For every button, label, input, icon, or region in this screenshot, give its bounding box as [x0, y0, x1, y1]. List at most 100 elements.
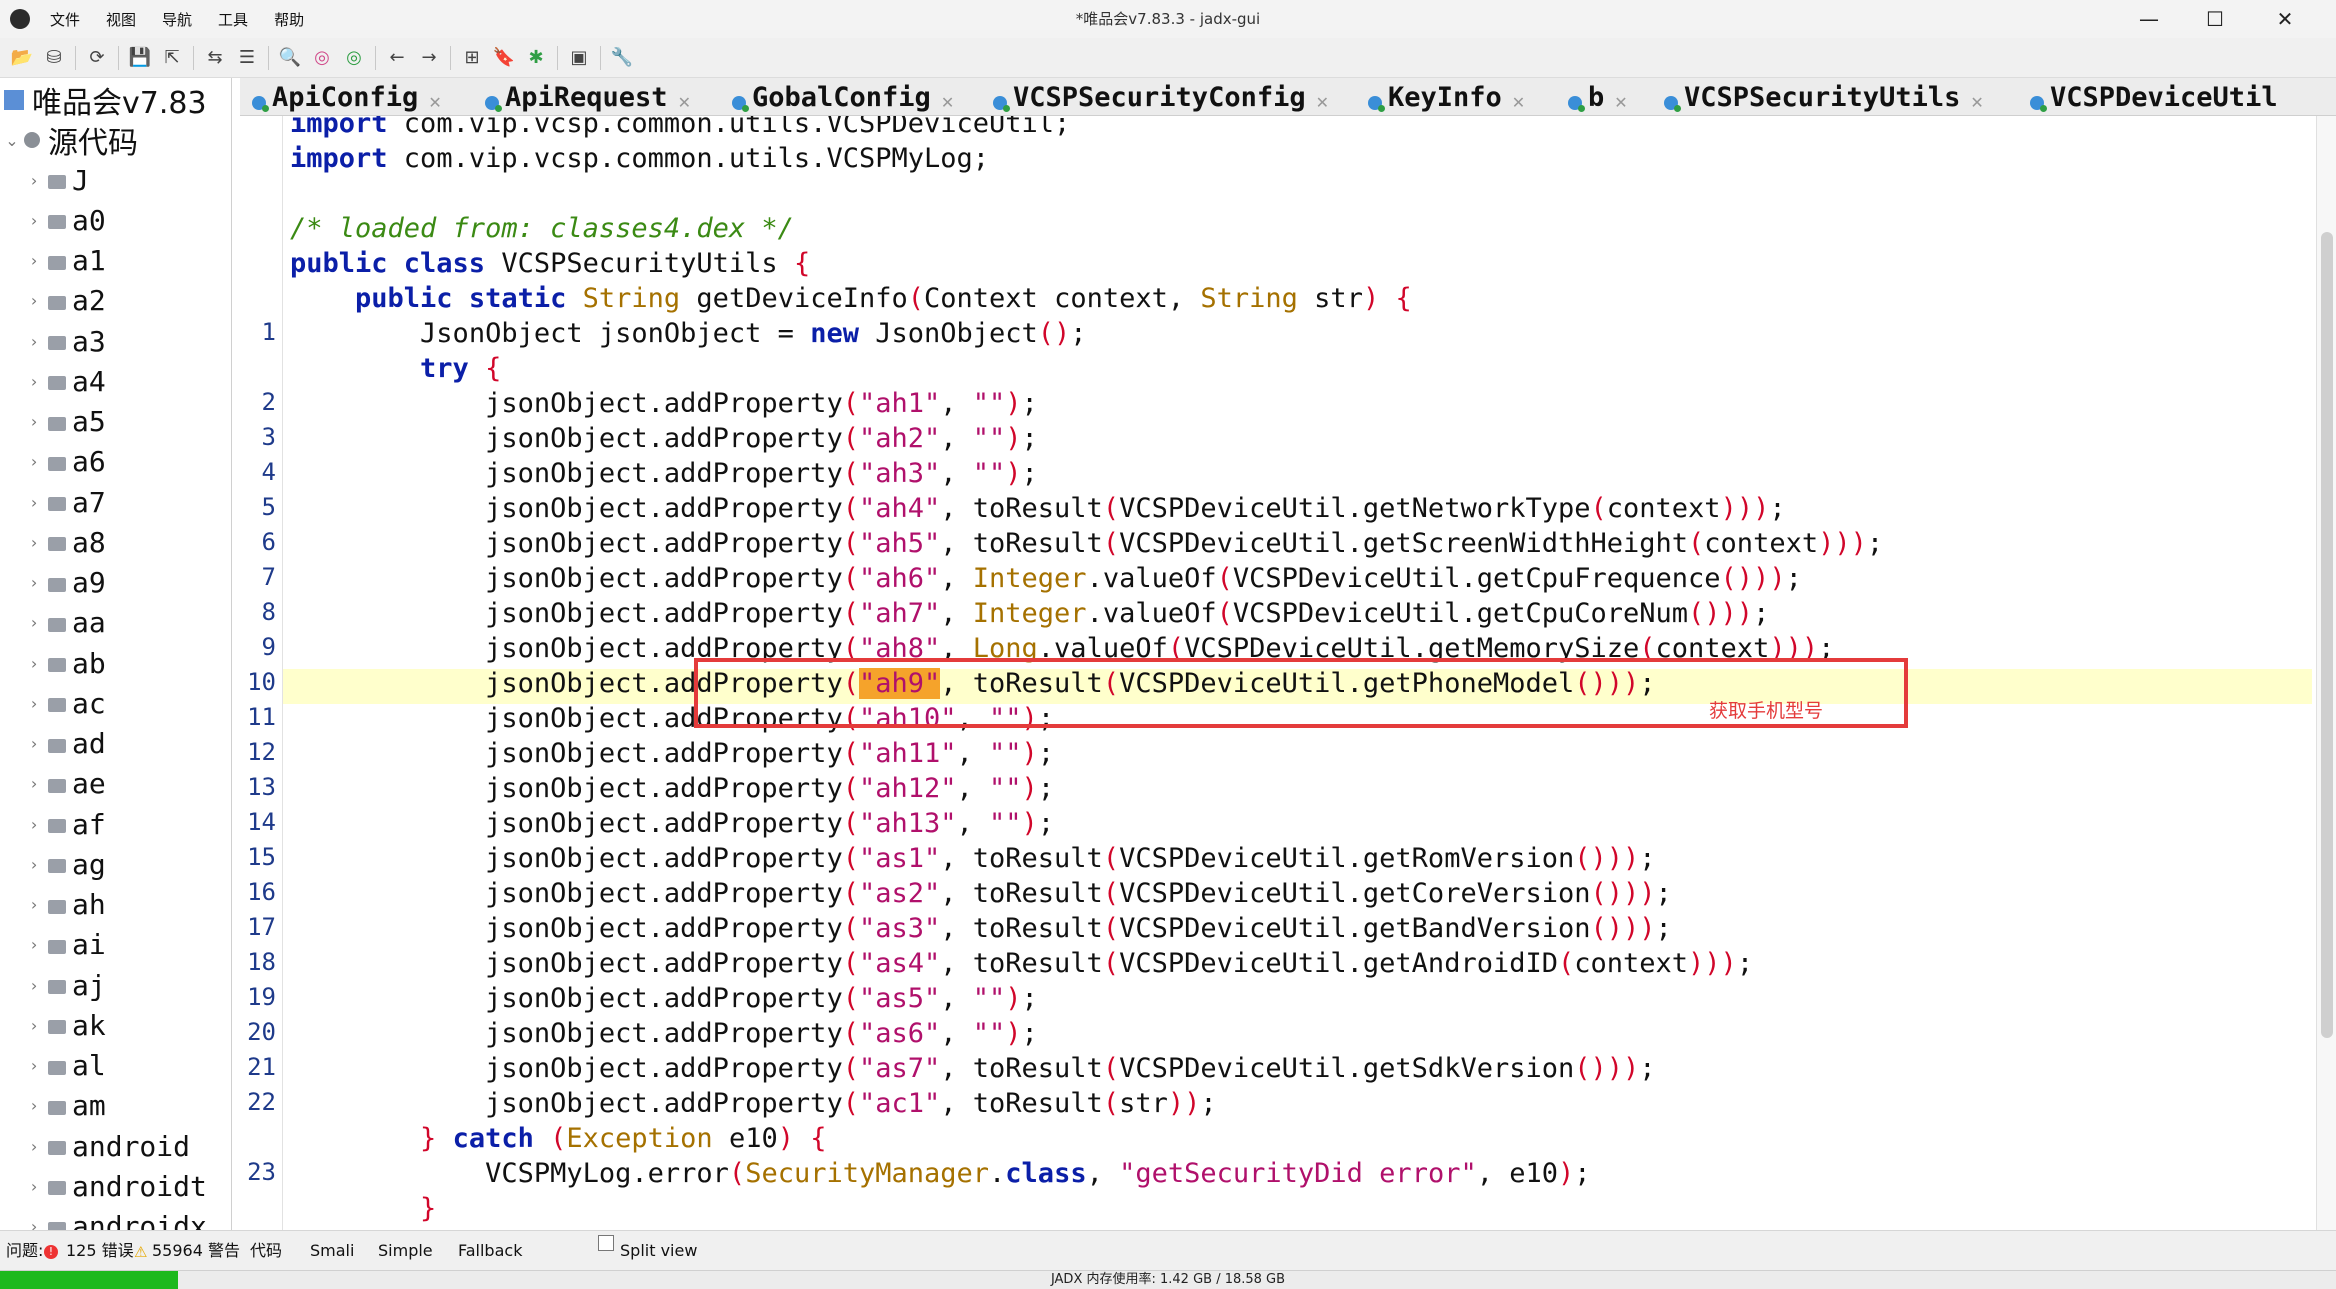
method-call[interactable]: .valueOf — [1087, 563, 1217, 594]
tree-package[interactable]: › al — [26, 1046, 106, 1086]
close-icon[interactable]: ✕ — [678, 93, 691, 112]
chevron-right-icon[interactable]: › — [26, 774, 42, 793]
method-call[interactable]: jsonObject.addProperty — [485, 808, 843, 839]
method-call[interactable]: jsonObject.addProperty — [485, 948, 843, 979]
class-ref[interactable]: VCSPDeviceUtil — [1119, 528, 1347, 559]
tree-package[interactable]: › a3 — [26, 321, 106, 361]
chevron-right-icon[interactable]: › — [26, 815, 42, 834]
warning-count[interactable]: 55964 警告 — [152, 1231, 240, 1271]
tree-package[interactable]: › a8 — [26, 522, 106, 562]
chevron-right-icon[interactable]: › — [26, 1096, 42, 1115]
method-call[interactable]: .getScreenWidthHeight — [1347, 528, 1688, 559]
tree-package[interactable]: › ai — [26, 925, 106, 965]
method-call[interactable]: jsonObject.addProperty — [485, 878, 843, 909]
tree-package[interactable]: › androidt — [26, 1166, 207, 1206]
method-call[interactable]: jsonObject.addProperty — [485, 1018, 843, 1049]
chevron-right-icon[interactable]: › — [26, 976, 42, 995]
method-call[interactable]: .getCpuCoreNum — [1460, 598, 1688, 629]
chevron-right-icon[interactable]: › — [26, 1016, 42, 1035]
tree-package[interactable]: › a2 — [26, 281, 106, 321]
close-icon[interactable]: ✕ — [1316, 93, 1329, 112]
chevron-right-icon[interactable]: › — [26, 613, 42, 632]
vertical-scrollbar[interactable] — [2316, 116, 2336, 1230]
chevron-right-icon[interactable]: › — [26, 935, 42, 954]
chevron-right-icon[interactable]: › — [26, 291, 42, 310]
method-call[interactable]: toResult — [973, 948, 1103, 979]
flatten-icon[interactable]: ☰ — [231, 42, 263, 74]
method-call[interactable]: jsonObject.addProperty — [485, 913, 843, 944]
type-name[interactable]: Integer — [973, 598, 1087, 629]
chevron-right-icon[interactable]: › — [26, 412, 42, 431]
tree-root[interactable]: 唯品会v7.83 — [4, 80, 207, 121]
bookmark-icon[interactable]: 🔖 — [488, 42, 520, 74]
class-ref[interactable]: VCSPDeviceUtil — [1119, 493, 1347, 524]
tree-package[interactable]: › ad — [26, 724, 106, 764]
class-ref[interactable]: VCSPDeviceUtil — [1119, 1053, 1347, 1084]
tab-vcspdeviceutil[interactable]: VCSPDeviceUtil — [2030, 78, 2278, 115]
menu-navigation[interactable]: 导航 — [162, 9, 192, 30]
method-call[interactable]: jsonObject.addProperty — [485, 738, 843, 769]
method-call[interactable]: .getBandVersion — [1347, 913, 1591, 944]
sync-icon[interactable]: ⇆ — [199, 42, 231, 74]
tree-package[interactable]: › aa — [26, 603, 106, 643]
tree-package[interactable]: › aj — [26, 965, 106, 1005]
find-usage-icon[interactable]: ◎ — [306, 42, 338, 74]
tree-package[interactable]: › ag — [26, 844, 106, 884]
search-icon[interactable]: 🔍 — [274, 42, 306, 74]
tree-package[interactable]: › am — [26, 1086, 106, 1126]
method-call[interactable]: jsonObject.addProperty — [485, 598, 843, 629]
chevron-right-icon[interactable]: › — [26, 332, 42, 351]
tab-vcspsecurityutils[interactable]: VCSPSecurityUtils ✕ — [1654, 78, 1994, 115]
tree-package[interactable]: › ab — [26, 643, 106, 683]
chevron-right-icon[interactable]: › — [26, 1056, 42, 1075]
method-call[interactable]: jsonObject.addProperty — [485, 1053, 843, 1084]
method-call[interactable]: jsonObject.addProperty — [485, 493, 843, 524]
tree-package[interactable]: › a0 — [26, 200, 106, 240]
tree-package[interactable]: › ae — [26, 764, 106, 804]
tree-package[interactable]: › androidx — [26, 1207, 207, 1230]
tab-b[interactable]: b ✕ — [1568, 78, 1628, 115]
class-name[interactable]: VCSPSecurityUtils — [485, 248, 794, 279]
tree-package[interactable]: › ac — [26, 683, 106, 723]
save-icon[interactable]: 💾 — [124, 42, 156, 74]
method-call[interactable]: jsonObject.addProperty — [485, 423, 843, 454]
view-tab-smali[interactable]: Smali — [310, 1231, 354, 1271]
close-icon[interactable]: ✕ — [1970, 93, 1983, 112]
view-tab-simple[interactable]: Simple — [378, 1231, 433, 1271]
type-name[interactable]: Context — [924, 283, 1038, 314]
tab-apiconfig[interactable]: ApiConfig ✕ — [252, 78, 442, 115]
method-call[interactable]: toResult — [973, 843, 1103, 874]
type-name[interactable]: String — [1200, 283, 1298, 314]
find-class-icon[interactable]: ◎ — [338, 42, 370, 74]
method-call[interactable]: toResult — [973, 493, 1103, 524]
method-call[interactable]: .valueOf — [1087, 598, 1217, 629]
tree-source-node[interactable]: ⌄ 源代码 — [4, 120, 138, 161]
chevron-right-icon[interactable]: › — [26, 734, 42, 753]
back-icon[interactable]: ← — [381, 42, 413, 74]
class-ref[interactable]: VCSPDeviceUtil — [1119, 913, 1347, 944]
minimize-button[interactable]: — — [2118, 0, 2180, 38]
export-icon[interactable]: ⇱ — [156, 42, 188, 74]
chevron-right-icon[interactable]: › — [26, 654, 42, 673]
method-call[interactable]: toResult — [973, 528, 1103, 559]
chevron-right-icon[interactable]: › — [26, 372, 42, 391]
class-ref[interactable]: VCSPDeviceUtil — [1119, 843, 1347, 874]
forward-icon[interactable]: → — [413, 42, 445, 74]
chevron-down-icon[interactable]: ⌄ — [4, 131, 20, 150]
save-all-icon[interactable]: ⛁ — [38, 42, 70, 74]
tree-package[interactable]: › J — [26, 160, 89, 200]
type-name[interactable]: Integer — [973, 563, 1087, 594]
class-ref[interactable]: VCSPDeviceUtil — [1233, 598, 1461, 629]
chevron-right-icon[interactable]: › — [26, 1217, 42, 1230]
chevron-right-icon[interactable]: › — [26, 533, 42, 552]
method-call[interactable]: toResult — [973, 913, 1103, 944]
tree-package[interactable]: › af — [26, 804, 106, 844]
menu-view[interactable]: 视图 — [106, 9, 136, 30]
view-tab-code[interactable]: 代码 — [250, 1231, 282, 1271]
method-call[interactable]: jsonObject.addProperty — [485, 458, 843, 489]
constructor[interactable]: JsonObject — [859, 318, 1038, 349]
method-call[interactable]: jsonObject.addProperty — [485, 528, 843, 559]
chevron-right-icon[interactable]: › — [26, 493, 42, 512]
debug-icon[interactable]: ✱ — [520, 42, 552, 74]
tree-package[interactable]: › a5 — [26, 402, 106, 442]
